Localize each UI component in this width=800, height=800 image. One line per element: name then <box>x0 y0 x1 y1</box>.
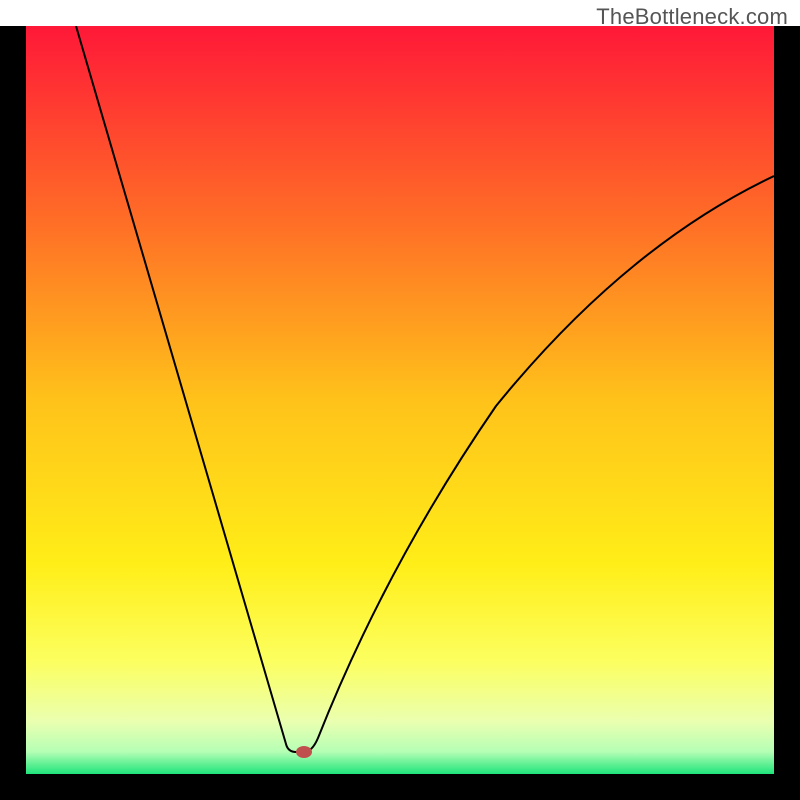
chart-plot-area <box>26 26 774 774</box>
chart-background <box>26 26 774 774</box>
chart-frame <box>0 26 800 800</box>
watermark-text: TheBottleneck.com <box>596 4 788 30</box>
chart-svg <box>26 26 774 774</box>
min-point-marker <box>296 746 312 758</box>
